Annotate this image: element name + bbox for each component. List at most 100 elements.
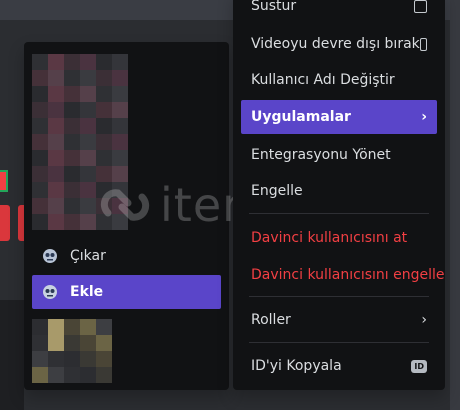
pixel-block: [64, 367, 80, 383]
status-badge-red: [0, 172, 6, 190]
pixel-block: [48, 351, 64, 367]
pixel-block: [64, 54, 80, 70]
menu-item-roles[interactable]: Roller ›: [241, 303, 437, 337]
pixel-block: [64, 214, 80, 230]
pixel-block: [80, 198, 96, 214]
menu-divider: [249, 213, 429, 214]
menu-item-change-nickname[interactable]: Kullanıcı Adı Değiştir: [241, 63, 437, 97]
pixel-block: [112, 134, 128, 150]
pixel-block: [64, 166, 80, 182]
pixel-block: [96, 367, 112, 383]
pixel-block: [48, 367, 64, 383]
menu-item-label: ID'yi Kopyala: [251, 358, 342, 374]
menu-item-copy-id[interactable]: ID'yi Kopyala ID: [241, 349, 437, 383]
pixel-block: [32, 150, 48, 166]
pixel-block: [112, 214, 128, 230]
menu-item-label: Kullanıcı Adı Değiştir: [251, 72, 395, 88]
pixel-block: [32, 182, 48, 198]
pixel-block: [80, 351, 96, 367]
pixel-block: [96, 214, 112, 230]
pixel-block: [96, 335, 112, 351]
pixel-block: [80, 214, 96, 230]
pixel-block: [80, 118, 96, 134]
menu-divider: [249, 342, 429, 343]
id-icon: ID: [411, 359, 427, 373]
pixel-block: [64, 319, 80, 335]
pixel-block: [64, 150, 80, 166]
menu-item-label: Engelle: [251, 183, 303, 199]
pixel-block: [96, 166, 112, 182]
submenu-item-label: Ekle: [70, 284, 104, 300]
pixel-block: [96, 70, 112, 86]
pixel-block: [80, 319, 96, 335]
menu-item-mute[interactable]: Sustur: [241, 0, 437, 23]
pixel-block: [64, 118, 80, 134]
pixel-block: [112, 166, 128, 182]
pixel-block: [96, 54, 112, 70]
pixel-block: [112, 198, 128, 214]
pixel-block: [32, 351, 48, 367]
pixel-block: [64, 86, 80, 102]
pixel-block: [32, 70, 48, 86]
pixel-block: [48, 182, 64, 198]
pixel-block: [32, 335, 48, 351]
menu-item-block[interactable]: Engelle: [241, 174, 437, 208]
user-context-menu: Sustur Videoyu devre dışı bırak Kullanıc…: [233, 0, 445, 390]
background-red-block: [0, 205, 10, 241]
checkbox[interactable]: [414, 0, 427, 13]
pixel-block: [32, 367, 48, 383]
pixel-block: [112, 118, 128, 134]
pixel-block: [112, 182, 128, 198]
chevron-right-icon: ›: [421, 312, 427, 328]
pixel-block: [48, 319, 64, 335]
pixel-block: [32, 54, 48, 70]
pixel-block: [80, 54, 96, 70]
pixel-block: [32, 86, 48, 102]
menu-item-manage-integration[interactable]: Entegrasyonu Yönet: [241, 138, 437, 172]
menu-item-kick[interactable]: Davinci kullanıcısını at: [241, 221, 437, 255]
pixel-block: [48, 166, 64, 182]
pixel-block: [32, 214, 48, 230]
menu-item-ban[interactable]: Davinci kullanıcısını engelle: [241, 258, 444, 292]
menu-item-label: Entegrasyonu Yönet: [251, 147, 391, 163]
menu-item-label: Davinci kullanıcısını at: [251, 230, 408, 246]
menu-item-disable-video[interactable]: Videoyu devre dışı bırak: [241, 27, 437, 61]
menu-divider: [249, 296, 429, 297]
pixel-block: [48, 198, 64, 214]
pixel-block: [48, 214, 64, 230]
checkbox[interactable]: [419, 37, 427, 51]
pixel-block: [48, 70, 64, 86]
pixel-block: [80, 86, 96, 102]
pixel-block: [112, 86, 128, 102]
pixel-block: [80, 134, 96, 150]
background-strip: [0, 300, 24, 410]
pixel-block: [96, 351, 112, 367]
menu-item-apps[interactable]: Uygulamalar ›: [241, 100, 437, 134]
pixel-block: [112, 102, 128, 118]
pixel-block: [48, 335, 64, 351]
pixel-block: [112, 70, 128, 86]
bot-icon: [43, 285, 57, 299]
menu-item-label: Davinci kullanıcısını engelle: [251, 267, 445, 283]
pixel-block: [48, 150, 64, 166]
pixel-block: [64, 70, 80, 86]
pixel-block: [64, 134, 80, 150]
pixel-block: [80, 182, 96, 198]
pixel-block: [96, 102, 112, 118]
pixel-block: [64, 198, 80, 214]
pixel-block: [48, 54, 64, 70]
pixel-block: [48, 86, 64, 102]
pixel-block: [48, 134, 64, 150]
submenu-item-remove[interactable]: Çıkar: [32, 239, 221, 273]
pixel-block: [32, 118, 48, 134]
pixel-block: [96, 150, 112, 166]
pixel-block: [80, 335, 96, 351]
pixel-block: [80, 367, 96, 383]
pixel-block: [112, 54, 128, 70]
pixel-block: [32, 166, 48, 182]
pixel-block: [80, 166, 96, 182]
pixel-block: [112, 150, 128, 166]
submenu-item-add[interactable]: Ekle: [32, 275, 221, 309]
pixel-block: [80, 70, 96, 86]
pixel-block: [96, 134, 112, 150]
